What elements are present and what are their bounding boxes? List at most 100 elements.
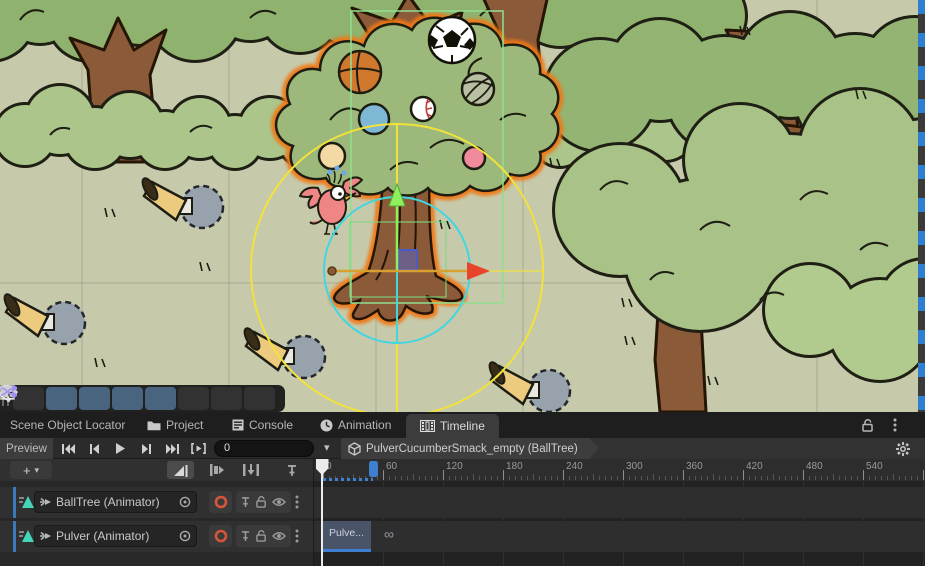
- track-pulver[interactable]: Pulve... ∞ Pulver (Animator): [0, 521, 925, 552]
- ruler-tick: [575, 476, 576, 480]
- layers-tool-button[interactable]: [145, 387, 176, 410]
- frame-options-dropdown[interactable]: ▾: [324, 441, 330, 454]
- ruler-tick-label: 240: [566, 461, 583, 472]
- open-lock-icon[interactable]: [256, 496, 267, 508]
- ruler-tick: [581, 476, 582, 480]
- replace-mode-button[interactable]: [237, 461, 264, 479]
- ruler-tick: [485, 476, 486, 480]
- ruler-tick: [587, 476, 588, 480]
- timeline-tracks-area: BallTree (Animator): [0, 481, 925, 566]
- ruler-tick: [401, 476, 402, 480]
- object-picker-icon[interactable]: [179, 496, 191, 508]
- right-edge-scrollbar[interactable]: [918, 0, 925, 412]
- track-header[interactable]: BallTree (Animator): [0, 487, 313, 518]
- soccer-ball[interactable]: [428, 17, 475, 63]
- volleyball[interactable]: [462, 73, 494, 105]
- ripple-mode-button[interactable]: [203, 461, 230, 479]
- camera-tool-button[interactable]: [211, 387, 242, 410]
- ruler-tick: [863, 470, 864, 480]
- go-to-end-button[interactable]: [160, 440, 184, 457]
- panel-menu-button[interactable]: [893, 412, 897, 438]
- go-to-start-button[interactable]: [56, 440, 80, 457]
- animation-clip[interactable]: Pulve...: [323, 521, 371, 552]
- timeline-end-marker[interactable]: [369, 461, 378, 477]
- scene-toolbar: [0, 385, 285, 412]
- object-picker-icon[interactable]: [179, 530, 191, 542]
- ruler-tick: [671, 476, 672, 480]
- ruler-tick: [797, 476, 798, 480]
- baseball[interactable]: [411, 97, 435, 121]
- scene-view[interactable]: [0, 0, 925, 412]
- sphere-tool-button[interactable]: [112, 387, 143, 410]
- track-menu-button[interactable]: [295, 491, 299, 513]
- ruler-tick: [599, 476, 600, 480]
- ruler-tick: [695, 476, 696, 480]
- play-range-button[interactable]: [186, 440, 210, 457]
- pin-icon[interactable]: [241, 530, 250, 542]
- track-balltree[interactable]: BallTree (Animator): [0, 487, 925, 518]
- ruler-tick-label: 180: [506, 461, 523, 472]
- folder-icon: [147, 420, 161, 431]
- hatch-tool-button[interactable]: [79, 387, 110, 410]
- track-content[interactable]: [313, 487, 925, 518]
- track-binding-field[interactable]: BallTree (Animator): [34, 491, 197, 513]
- ruler-tick: [407, 476, 408, 480]
- open-lock-icon: [862, 419, 874, 432]
- track-binding-field[interactable]: Pulver (Animator): [34, 525, 197, 547]
- frame-field[interactable]: 0: [214, 440, 314, 457]
- preview-toggle[interactable]: Preview: [0, 438, 53, 459]
- replace-mode-icon: [243, 464, 259, 476]
- timeline-ruler[interactable]: 060120180240300360420480540600: [313, 459, 925, 481]
- kebab-menu-icon: [295, 529, 299, 543]
- xy-plane-handle[interactable]: [398, 250, 417, 270]
- ruler-tick: [557, 476, 558, 480]
- skip-start-icon: [62, 444, 75, 454]
- open-lock-icon[interactable]: [256, 530, 267, 542]
- mix-mode-button[interactable]: [167, 461, 194, 479]
- eye-icon[interactable]: [272, 497, 286, 507]
- track-header[interactable]: Pulver (Animator): [0, 521, 313, 552]
- shuffle-tool-button[interactable]: [244, 387, 275, 410]
- blue-ball[interactable]: [359, 104, 389, 134]
- eye-icon[interactable]: [272, 531, 286, 541]
- ruler-tick: [791, 476, 792, 480]
- tweaks-tool-button[interactable]: [46, 387, 77, 410]
- previous-frame-button[interactable]: [82, 440, 106, 457]
- tab-scene-object-locator[interactable]: Scene Object Locator: [10, 412, 125, 438]
- ruler-tick: [497, 476, 498, 480]
- add-track-button[interactable]: +▾: [10, 461, 52, 479]
- ruler-tick: [437, 476, 438, 480]
- ruler-tick: [875, 476, 876, 480]
- ruler-tick: [821, 476, 822, 480]
- next-frame-button[interactable]: [134, 440, 158, 457]
- ruler-tick: [389, 476, 390, 480]
- tab-timeline[interactable]: Timeline: [406, 414, 499, 438]
- track-content[interactable]: Pulve... ∞: [313, 521, 925, 552]
- track-menu-button[interactable]: [295, 525, 299, 547]
- tab-animation[interactable]: Animation: [320, 412, 391, 438]
- ruler-tick: [773, 474, 774, 480]
- ruler-tick: [653, 474, 654, 480]
- tab-project[interactable]: Project: [147, 412, 203, 438]
- playhead-line[interactable]: [321, 459, 323, 566]
- search-tool-button[interactable]: [178, 387, 209, 410]
- play-icon: [116, 443, 125, 454]
- track-toggles: [236, 491, 291, 513]
- tab-console[interactable]: Console: [232, 412, 293, 438]
- ruler-tick: [761, 476, 762, 480]
- breadcrumb[interactable]: PulverCucumberSmack_empty (BallTree): [341, 438, 599, 459]
- marker-pin-button[interactable]: [278, 461, 305, 479]
- panel-tab-bar: Scene Object Locator Project Console Ani…: [0, 412, 925, 438]
- track-color-strip: [13, 521, 16, 552]
- ruler-tick: [605, 476, 606, 480]
- record-button[interactable]: [209, 491, 232, 513]
- ruler-tick: [893, 474, 894, 480]
- timeline-settings-button[interactable]: [890, 439, 916, 458]
- kebab-menu-icon: [893, 418, 897, 432]
- ruler-tick: [809, 476, 810, 480]
- play-button[interactable]: [108, 440, 132, 457]
- record-button[interactable]: [209, 525, 232, 547]
- panel-lock-button[interactable]: [862, 412, 874, 438]
- pin-icon[interactable]: [241, 496, 250, 508]
- cream-ball[interactable]: [319, 143, 345, 169]
